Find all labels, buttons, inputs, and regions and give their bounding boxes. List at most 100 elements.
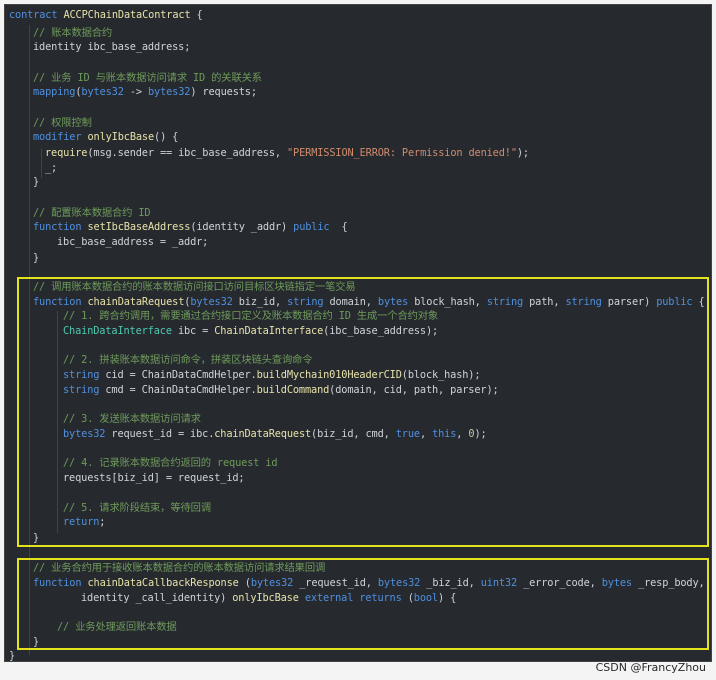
- code-line: // 业务合约用于接收账本数据合约的账本数据访问请求结果回调: [33, 561, 325, 575]
- code-token: );: [516, 147, 529, 159]
- code-line: }: [33, 531, 39, 545]
- code-token: }: [33, 532, 40, 544]
- code-token: ibc_base_address = _addr;: [57, 236, 209, 248]
- code-token: string: [287, 296, 324, 308]
- code-token: contract: [9, 9, 64, 21]
- code-line: function chainDataCallbackResponse (byte…: [33, 576, 705, 590]
- code-token: parser): [601, 296, 657, 308]
- code-token: _request_id,: [293, 577, 378, 589]
- code-line: // 调用账本数据合约的账本数据访问接口访问目标区块链指定一笔交易: [33, 280, 356, 294]
- code-token: {: [329, 221, 348, 233]
- code-line: // 账本数据合约: [33, 26, 112, 40]
- code-line: // 业务 ID 与账本数据访问请求 ID 的关联关系: [33, 71, 262, 85]
- code-token: (: [238, 577, 251, 589]
- code-token: buildMychain010HeaderCID: [256, 369, 402, 381]
- code-token: string: [63, 369, 100, 381]
- code-token: (identity _addr): [190, 221, 294, 233]
- code-token: ibc =: [171, 325, 215, 337]
- code-token: _;: [45, 162, 58, 174]
- code-token: requests[biz_id] = request_id;: [63, 472, 245, 484]
- code-token: true: [395, 428, 420, 440]
- code-token: block_hash,: [408, 296, 487, 308]
- code-token: onlyIbcBase: [232, 592, 299, 604]
- code-token: identity ibc_base_address;: [33, 41, 191, 53]
- code-token: // 权限控制: [33, 117, 92, 129]
- code-token: }: [33, 636, 40, 648]
- code-token: );: [474, 428, 487, 440]
- indent-guide: [57, 311, 58, 533]
- code-line: mapping(bytes32 -> bytes32) requests;: [33, 85, 257, 99]
- code-token: returns: [359, 592, 402, 604]
- code-token: cmd = ChainDataCmdHelper.: [99, 384, 257, 396]
- code-token: _error_code,: [517, 577, 602, 589]
- code-token: bytes32: [190, 296, 233, 308]
- code-line: identity ibc_base_address;: [33, 40, 190, 54]
- code-line: // 配置账本数据合约 ID: [33, 206, 151, 220]
- code-token: domain,: [323, 296, 378, 308]
- code-token: {: [190, 9, 203, 21]
- code-token: mapping: [33, 86, 76, 98]
- code-line: requests[biz_id] = request_id;: [63, 471, 245, 485]
- code-token: bytes32: [147, 86, 191, 98]
- code-token: bytes: [601, 577, 632, 589]
- code-token: bytes32: [377, 577, 421, 589]
- code-token: }: [33, 176, 40, 188]
- code-line: string cid = ChainDataCmdHelper.buildMyc…: [63, 368, 481, 382]
- code-token: "PERMISSION_ERROR: Permission denied!": [287, 147, 517, 159]
- code-token: (domain, cid, path, parser);: [329, 384, 499, 396]
- code-token: // 业务处理返回账本数据: [57, 621, 177, 633]
- code-token: ) {: [437, 592, 457, 604]
- code-line: modifier onlyIbcBase() {: [33, 130, 178, 144]
- code-token: (biz_id, cmd,: [311, 428, 396, 440]
- code-token: path,: [523, 296, 566, 308]
- code-line: // 1. 跨合约调用，需要通过合约接口定义及账本数据合约 ID 生成一个合约对…: [63, 309, 438, 323]
- code-token: ,: [419, 428, 433, 440]
- code-line: // 4. 记录账本数据合约返回的 request id: [63, 456, 278, 470]
- watermark: CSDN @FrancyZhou: [595, 661, 706, 674]
- code-token: onlyIbcBase: [87, 131, 155, 143]
- code-line: contract ACCPChainDataContract {: [9, 8, 203, 22]
- code-line: // 2. 拼装账本数据访问命令，拼装区块链头查询命令: [63, 353, 313, 367]
- code-token: function: [33, 296, 82, 308]
- code-token: // 2. 拼装账本数据访问命令，拼装区块链头查询命令: [63, 354, 313, 366]
- code-line: require(msg.sender == ibc_base_address, …: [45, 146, 529, 160]
- code-token: // 配置账本数据合约 ID: [33, 207, 151, 219]
- code-line: string cmd = ChainDataCmdHelper.buildCom…: [63, 383, 499, 397]
- code-line: function setIbcBaseAddress(identity _add…: [33, 220, 348, 234]
- code-token: // 业务 ID 与账本数据访问请求 ID 的关联关系: [33, 72, 262, 84]
- code-token: }: [9, 650, 16, 662]
- code-token: (ibc_base_address);: [323, 325, 439, 337]
- code-token: require: [45, 147, 88, 159]
- code-token: string: [565, 296, 602, 308]
- code-token: // 5. 请求阶段结束，等待回调: [63, 502, 211, 514]
- code-token: ) requests;: [190, 86, 257, 98]
- code-token: public: [656, 296, 693, 308]
- code-line: function chainDataRequest(bytes32 biz_id…: [33, 295, 705, 309]
- code-token: public: [293, 221, 330, 233]
- code-token: buildCommand: [256, 384, 330, 396]
- code-line: }: [33, 175, 39, 189]
- code-token: identity _call_identity): [81, 592, 233, 604]
- code-token: // 调用账本数据合约的账本数据访问接口访问目标区块链指定一笔交易: [33, 281, 356, 293]
- code-token: bytes: [377, 296, 409, 308]
- code-token: bytes32: [63, 428, 106, 440]
- code-token: chainDataCallbackResponse: [87, 577, 239, 589]
- code-token: _resp_body,: [631, 577, 705, 589]
- code-line: }: [9, 649, 16, 662]
- code-editor[interactable]: contract ACCPChainDataContract { // 账本数据合…: [4, 4, 712, 662]
- code-line: }: [33, 251, 39, 265]
- code-line: identity _call_identity) onlyIbcBase ext…: [81, 591, 456, 605]
- code-token: // 4. 记录账本数据合约返回的 request id: [63, 457, 278, 469]
- code-token: string: [486, 296, 524, 308]
- code-line: bytes32 request_id = ibc.chainDataReques…: [63, 427, 487, 441]
- code-token: cid = ChainDataCmdHelper.: [99, 369, 257, 381]
- indent-guide: [29, 25, 30, 655]
- code-token: chainDataRequest: [214, 428, 312, 440]
- code-token: string: [63, 384, 100, 396]
- code-token: setIbcBaseAddress: [87, 221, 191, 233]
- code-token: bytes32: [250, 577, 294, 589]
- code-line: ChainDataInterface ibc = ChainDataInterf…: [63, 324, 438, 338]
- code-token: bytes32: [81, 86, 124, 98]
- code-token: uint32: [480, 577, 518, 589]
- code-token: return: [63, 516, 100, 528]
